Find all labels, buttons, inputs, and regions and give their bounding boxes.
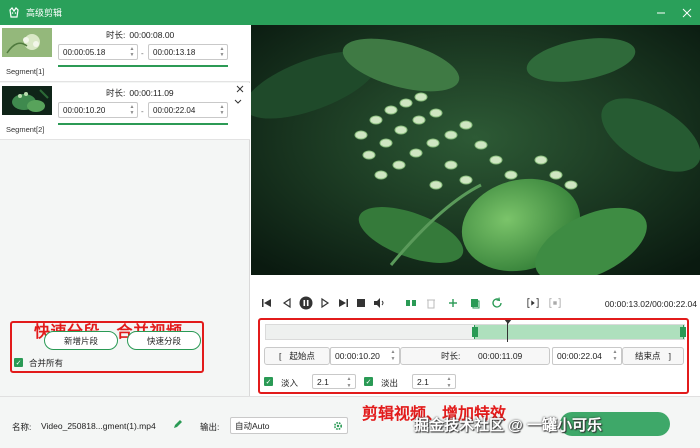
- segment-range-bar: [58, 123, 228, 125]
- spin-arrows-icon[interactable]: ▲ ▼: [218, 103, 226, 117]
- add-segment-button[interactable]: 新增片段: [44, 331, 118, 350]
- gear-icon[interactable]: [333, 421, 343, 431]
- spin-arrows-icon[interactable]: ▲ ▼: [128, 103, 136, 117]
- segment-start-value: 00:00:05.18: [63, 47, 106, 57]
- segment-item[interactable]: Segment[1] 时长: 00:00:08.00 00:00:05.18 ▲ ▼…: [0, 25, 250, 82]
- segment-end-value: 00:00:13.18: [153, 47, 196, 57]
- segment-duration: 00:00:11.09: [129, 88, 174, 98]
- skip-to-end-icon[interactable]: [337, 297, 349, 309]
- segment-start-field[interactable]: 00:00:05.18 ▲ ▼: [58, 44, 138, 60]
- crop-in-icon[interactable]: [527, 297, 539, 309]
- merge-all-label: 合并所有: [29, 358, 64, 368]
- segment-label: Segment[1]: [6, 67, 45, 76]
- title-bar: 高级剪辑: [0, 0, 700, 25]
- add-icon[interactable]: [447, 297, 459, 309]
- step-forward-icon[interactable]: [319, 297, 331, 309]
- delete-icon[interactable]: [425, 297, 437, 309]
- chevron-down-icon[interactable]: [234, 97, 242, 107]
- duration-label: 时长:: [106, 88, 126, 98]
- current-time: 00:00:13.02/00:00:22.04: [604, 299, 697, 309]
- spin-arrows-icon[interactable]: ▲ ▼: [218, 45, 226, 59]
- segment-duration: 00:00:08.00: [129, 30, 175, 40]
- output-label: 输出:: [200, 422, 220, 432]
- segment-start-value: 00:00:10.20: [63, 105, 106, 115]
- segment-thumbnail: [2, 28, 52, 57]
- quick-split-button[interactable]: 快速分段: [127, 331, 201, 350]
- segment-range-fill: [58, 123, 228, 125]
- crop-out-icon[interactable]: [549, 297, 561, 309]
- segment-end-value: 00:00:22.04: [153, 105, 196, 115]
- volume-icon[interactable]: [373, 297, 385, 309]
- segment-start-field[interactable]: 00:00:10.20 ▲ ▼: [58, 102, 138, 118]
- edit-pencil-icon[interactable]: [173, 419, 183, 429]
- window-title: 高级剪辑: [26, 8, 63, 18]
- merge-all-checkbox[interactable]: ✓: [14, 358, 23, 367]
- range-separator: -: [141, 49, 144, 58]
- minimize-icon[interactable]: [648, 0, 674, 25]
- duration-label: 时长:: [106, 30, 126, 40]
- name-label: 名称:: [12, 422, 32, 432]
- player-controls: 00:00:13.02/00:00:22.04: [251, 293, 700, 315]
- annotation-box-right: [258, 318, 689, 394]
- segment-end-field[interactable]: 00:00:13.18 ▲ ▼: [148, 44, 228, 60]
- file-name: Video_250818...gment(1).mp4: [41, 421, 156, 431]
- output-value: 自动Auto: [235, 420, 270, 431]
- output-select[interactable]: 自动Auto: [230, 417, 348, 434]
- segment-end-field[interactable]: 00:00:22.04 ▲ ▼: [148, 102, 228, 118]
- pause-icon[interactable]: [299, 296, 313, 310]
- spin-arrows-icon[interactable]: ▲ ▼: [128, 45, 136, 59]
- app-logo-icon: [7, 6, 21, 20]
- split-icon[interactable]: [405, 297, 417, 309]
- segment-range-fill: [58, 65, 228, 67]
- segment-label: Segment[2]: [6, 125, 45, 134]
- range-separator: -: [141, 107, 144, 116]
- segment-item[interactable]: Segment[2] 时长: 00:00:11.09 00:00:10.20 ▲ ▼…: [0, 83, 250, 140]
- segment-thumbnail: [2, 86, 52, 115]
- copy-icon[interactable]: [469, 297, 481, 309]
- skip-to-start-icon[interactable]: [261, 297, 273, 309]
- stop-icon[interactable]: [355, 297, 367, 309]
- close-icon[interactable]: [674, 0, 700, 25]
- watermark: 掘金技术社区 @ 一罐小可乐: [414, 417, 602, 434]
- reset-icon[interactable]: [491, 297, 503, 309]
- close-icon[interactable]: [236, 85, 244, 96]
- segment-range-bar: [58, 65, 228, 67]
- step-back-icon[interactable]: [281, 297, 293, 309]
- video-preview: [251, 25, 700, 275]
